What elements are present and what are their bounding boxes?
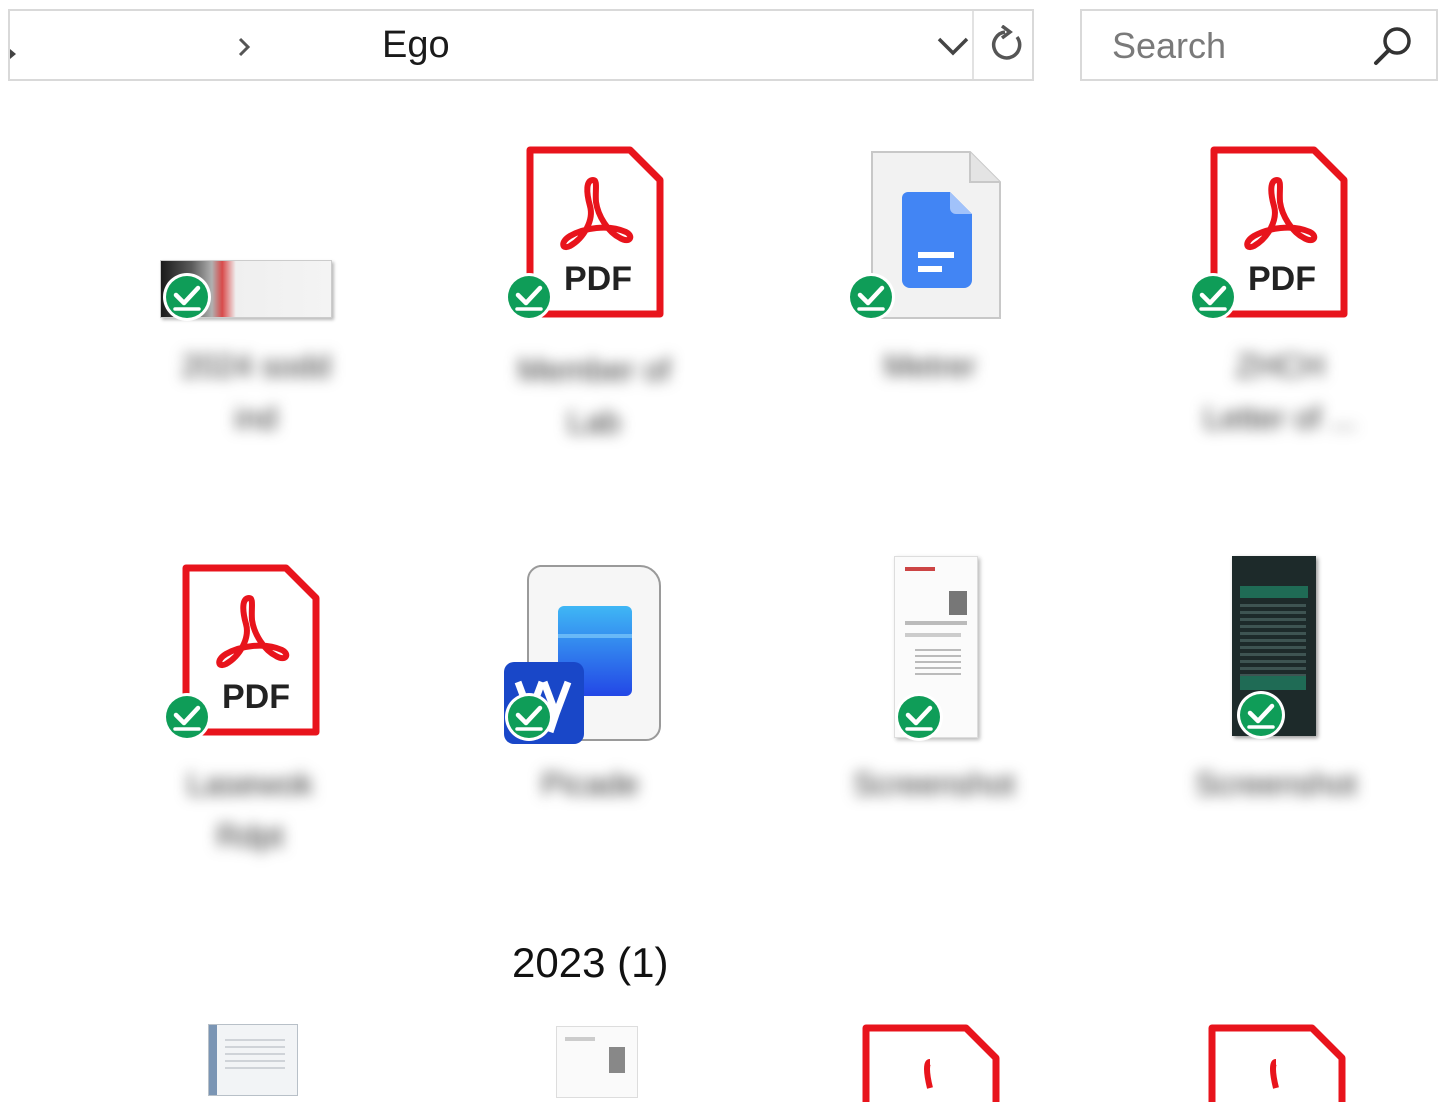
breadcrumb-current[interactable]: Ego	[382, 25, 450, 65]
file-tile[interactable]: PDF	[500, 140, 680, 330]
file-tile[interactable]: PDF	[160, 558, 340, 748]
search-input[interactable]	[1110, 21, 1364, 71]
file-tile[interactable]	[1220, 556, 1340, 746]
pdf-file-icon	[862, 1024, 1000, 1102]
sync-status-icon	[1188, 272, 1238, 322]
sync-status-icon	[894, 692, 944, 742]
sync-status-icon	[504, 272, 554, 322]
sync-status-icon	[846, 272, 896, 322]
pdf-file-icon	[1208, 1024, 1346, 1102]
image-thumbnail	[208, 1024, 298, 1096]
group-header[interactable]: 2023 (1)	[512, 938, 668, 988]
file-tile[interactable]	[200, 1020, 310, 1096]
file-tile[interactable]	[860, 1022, 1010, 1102]
file-name[interactable]: Screenshot	[784, 758, 1084, 810]
acrobat-logo-icon	[556, 176, 636, 256]
acrobat-logo-icon	[212, 594, 292, 674]
sync-status-icon	[162, 272, 212, 322]
file-tile[interactable]	[500, 562, 680, 752]
file-tile[interactable]	[1206, 1022, 1356, 1102]
sync-status-icon	[1236, 690, 1286, 740]
chevron-down-icon	[937, 37, 969, 56]
back-arrow-icon[interactable]	[10, 49, 16, 59]
file-name[interactable]: Metrer	[780, 340, 1080, 392]
google-docs-icon	[902, 192, 972, 288]
search-box[interactable]	[1080, 9, 1438, 81]
sync-status-icon	[504, 692, 554, 742]
search-icon[interactable]	[1370, 23, 1416, 69]
acrobat-logo-icon	[1240, 176, 1320, 256]
pdf-badge: PDF	[1248, 260, 1316, 298]
file-name[interactable]: Screenshot	[1126, 758, 1426, 810]
chevron-right-icon[interactable]	[232, 35, 256, 59]
address-bar[interactable]: Ego	[8, 9, 1034, 81]
file-name[interactable]: Picade	[440, 758, 740, 810]
address-dropdown-button[interactable]	[928, 29, 978, 63]
file-tile[interactable]	[880, 556, 1000, 746]
pdf-badge: PDF	[222, 678, 290, 716]
file-tile[interactable]: PDF	[1186, 140, 1366, 330]
file-name[interactable]: Member of Lab	[444, 344, 744, 448]
file-name[interactable]: ZHCH Letter of ...	[1130, 340, 1430, 444]
refresh-icon	[991, 25, 1022, 60]
sync-status-icon	[162, 692, 212, 742]
file-name[interactable]: 2024 sodd ind	[106, 340, 406, 444]
refresh-button[interactable]	[980, 17, 1034, 73]
pdf-badge: PDF	[564, 260, 632, 298]
file-tile[interactable]	[840, 146, 1020, 326]
address-separator	[972, 11, 974, 79]
image-thumbnail	[556, 1026, 638, 1098]
file-tile[interactable]	[540, 1020, 650, 1098]
file-name[interactable]: Lasewok Rdpt	[100, 758, 400, 862]
